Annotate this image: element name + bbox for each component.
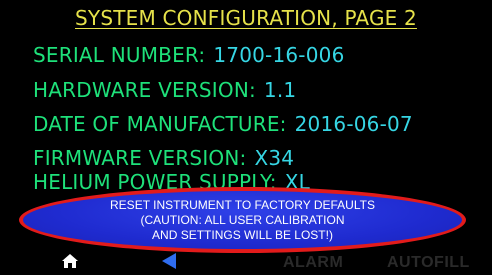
tab-alarm[interactable]: ALARM: [283, 254, 343, 272]
serial-number-value: 1700-16-006: [213, 43, 345, 67]
reset-button-line-3: AND SETTINGS WILL BE LOST!): [152, 227, 333, 242]
manufacture-date-value: 2016-06-07: [294, 112, 413, 136]
firmware-version-row: FIRMWARE VERSION: X34: [33, 146, 294, 170]
firmware-version-label: FIRMWARE VERSION:: [33, 146, 247, 170]
firmware-version-value: X34: [254, 146, 295, 170]
page-title: SYSTEM CONFIGURATION, PAGE 2: [75, 6, 417, 30]
hardware-version-row: HARDWARE VERSION: 1.1: [33, 78, 296, 102]
home-icon[interactable]: [61, 253, 79, 269]
hardware-version-value: 1.1: [263, 78, 297, 102]
serial-number-row: SERIAL NUMBER: 1700-16-006: [33, 43, 345, 67]
tab-autofill[interactable]: AUTOFILL: [387, 254, 470, 272]
reset-button-line-1: RESET INSTRUMENT TO FACTORY DEFAULTS: [110, 197, 375, 212]
back-arrow-icon[interactable]: [161, 252, 177, 270]
reset-factory-defaults-button[interactable]: RESET INSTRUMENT TO FACTORY DEFAULTS (CA…: [19, 187, 466, 253]
manufacture-date-label: DATE OF MANUFACTURE:: [33, 112, 287, 136]
system-config-screen: SYSTEM CONFIGURATION, PAGE 2 SERIAL NUMB…: [0, 0, 492, 275]
manufacture-date-row: DATE OF MANUFACTURE: 2016-06-07: [33, 112, 413, 136]
bottom-nav-bar: ALARM AUTOFILL: [0, 251, 492, 275]
hardware-version-label: HARDWARE VERSION:: [33, 78, 256, 102]
serial-number-label: SERIAL NUMBER:: [33, 43, 206, 67]
reset-button-line-2: (CAUTION: ALL USER CALIBRATION: [140, 212, 345, 227]
